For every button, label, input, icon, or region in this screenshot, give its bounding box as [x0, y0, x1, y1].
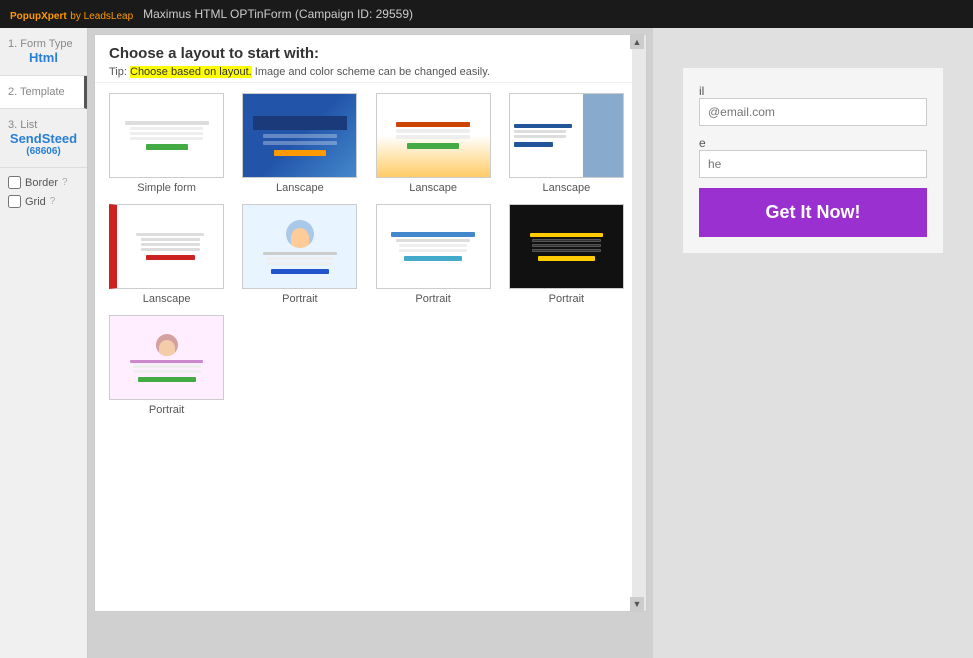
mini-form-simple	[110, 94, 223, 177]
list-sub: (68606)	[8, 146, 79, 157]
sidebar: 1. Form Type Html 2. Template 3. List Se…	[0, 28, 88, 658]
layout-panel-title: Choose a layout to start with:	[109, 45, 632, 62]
template-label-portrait-1: Portrait	[282, 293, 317, 305]
template-thumb-landscape-2	[376, 93, 491, 178]
template-label-landscape-1: Lanscape	[276, 182, 324, 194]
layout-grid: Simple form Lanscape	[105, 93, 628, 416]
mini-form-portrait-4	[110, 316, 223, 399]
form-type-step-label: 1. Form Type	[8, 38, 79, 50]
template-thumb-landscape-1	[242, 93, 357, 178]
template-item-landscape-1[interactable]: Lanscape	[238, 93, 361, 194]
template-step-label: 2. Template	[8, 86, 76, 98]
template-item-portrait-1[interactable]: Portrait	[238, 204, 361, 305]
template-thumb-landscape-3	[509, 93, 624, 178]
sidebar-item-list[interactable]: 3. List SendSteed (68606)	[0, 109, 87, 168]
bottom-area	[88, 618, 653, 658]
layout-panel-header: Choose a layout to start with: Tip: Choo…	[95, 35, 646, 83]
email-field-group: il	[699, 84, 927, 126]
grid-help-icon[interactable]: ?	[50, 196, 56, 207]
template-label-landscape-3: Lanscape	[543, 182, 591, 194]
template-label-portrait-4: Portrait	[149, 404, 184, 416]
email-label: il	[699, 84, 927, 98]
tip-highlight: Choose based on layout.	[130, 66, 252, 78]
submit-button[interactable]: Get It Now!	[699, 188, 927, 237]
mini-form-landscape-2	[377, 94, 490, 177]
name-field-group: e	[699, 136, 927, 178]
scroll-down-arrow[interactable]: ▼	[630, 597, 644, 611]
mini-form-landscape-1	[243, 94, 356, 177]
name-input[interactable]	[699, 150, 927, 178]
mini-form-portrait-2	[377, 205, 490, 288]
template-item-portrait-3[interactable]: Portrait	[505, 204, 628, 305]
template-item-simple[interactable]: Simple form	[105, 93, 228, 194]
layout-grid-container[interactable]: Simple form Lanscape	[95, 83, 646, 611]
sidebar-item-template[interactable]: 2. Template	[0, 76, 87, 109]
scroll-up-arrow[interactable]: ▲	[630, 35, 644, 49]
border-checkbox[interactable]	[8, 176, 21, 189]
brand-sub: by LeadsLeap	[70, 11, 133, 22]
template-item-landscape-2[interactable]: Lanscape	[372, 93, 495, 194]
template-thumb-portrait-2	[376, 204, 491, 289]
layout-panel-tip: Tip: Choose based on layout. Image and c…	[109, 66, 632, 78]
template-item-portrait-4[interactable]: Portrait	[105, 315, 228, 416]
template-thumb-portrait-3	[509, 204, 624, 289]
tip-suffix: Image and color scheme can be changed ea…	[252, 66, 490, 78]
grid-label: Grid	[25, 196, 46, 208]
main-content: Choose a layout to start with: Tip: Choo…	[88, 28, 653, 658]
sidebar-item-form-type[interactable]: 1. Form Type Html	[0, 28, 87, 76]
name-label: e	[699, 136, 927, 150]
form-type-value: Html	[8, 50, 79, 65]
template-thumb-landscape-4	[109, 204, 224, 289]
email-input[interactable]	[699, 98, 927, 126]
template-label-landscape-2: Lanscape	[409, 182, 457, 194]
border-checkbox-row: Border ?	[8, 176, 79, 189]
mini-form-portrait-3	[510, 205, 623, 288]
mini-form-landscape-4	[117, 205, 223, 288]
mini-form-portrait-1	[243, 205, 356, 288]
template-item-landscape-4[interactable]: Lanscape	[105, 204, 228, 305]
preview-form: il e Get It Now!	[683, 68, 943, 253]
border-label: Border	[25, 177, 58, 189]
template-thumb-portrait-1	[242, 204, 357, 289]
topbar: PopupXpert by LeadsLeap Maximus HTML OPT…	[0, 0, 973, 28]
template-label-simple: Simple form	[137, 182, 196, 194]
template-label-landscape-4: Lanscape	[143, 293, 191, 305]
preview-panel: il e Get It Now!	[653, 28, 973, 658]
template-item-landscape-3[interactable]: Lanscape	[505, 93, 628, 194]
template-thumb-simple	[109, 93, 224, 178]
list-value: SendSteed	[8, 131, 79, 146]
template-item-portrait-2[interactable]: Portrait	[372, 204, 495, 305]
topbar-title: Maximus HTML OPTinForm (Campaign ID: 295…	[143, 7, 413, 21]
sidebar-checkboxes: Border ? Grid ?	[0, 168, 87, 216]
topbar-brand: PopupXpert by LeadsLeap	[10, 7, 133, 22]
border-help-icon[interactable]: ?	[62, 177, 68, 188]
scrollbar-track: ▲ ▼	[632, 35, 646, 611]
brand-name: PopupXpert	[10, 11, 67, 22]
tip-prefix: Tip:	[109, 66, 130, 78]
layout-panel: Choose a layout to start with: Tip: Choo…	[94, 34, 647, 612]
grid-checkbox-row: Grid ?	[8, 195, 79, 208]
template-thumb-portrait-4	[109, 315, 224, 400]
grid-checkbox[interactable]	[8, 195, 21, 208]
main-layout: 1. Form Type Html 2. Template 3. List Se…	[0, 28, 973, 658]
template-label-portrait-2: Portrait	[415, 293, 450, 305]
template-label-portrait-3: Portrait	[549, 293, 584, 305]
list-step-label: 3. List	[8, 119, 79, 131]
